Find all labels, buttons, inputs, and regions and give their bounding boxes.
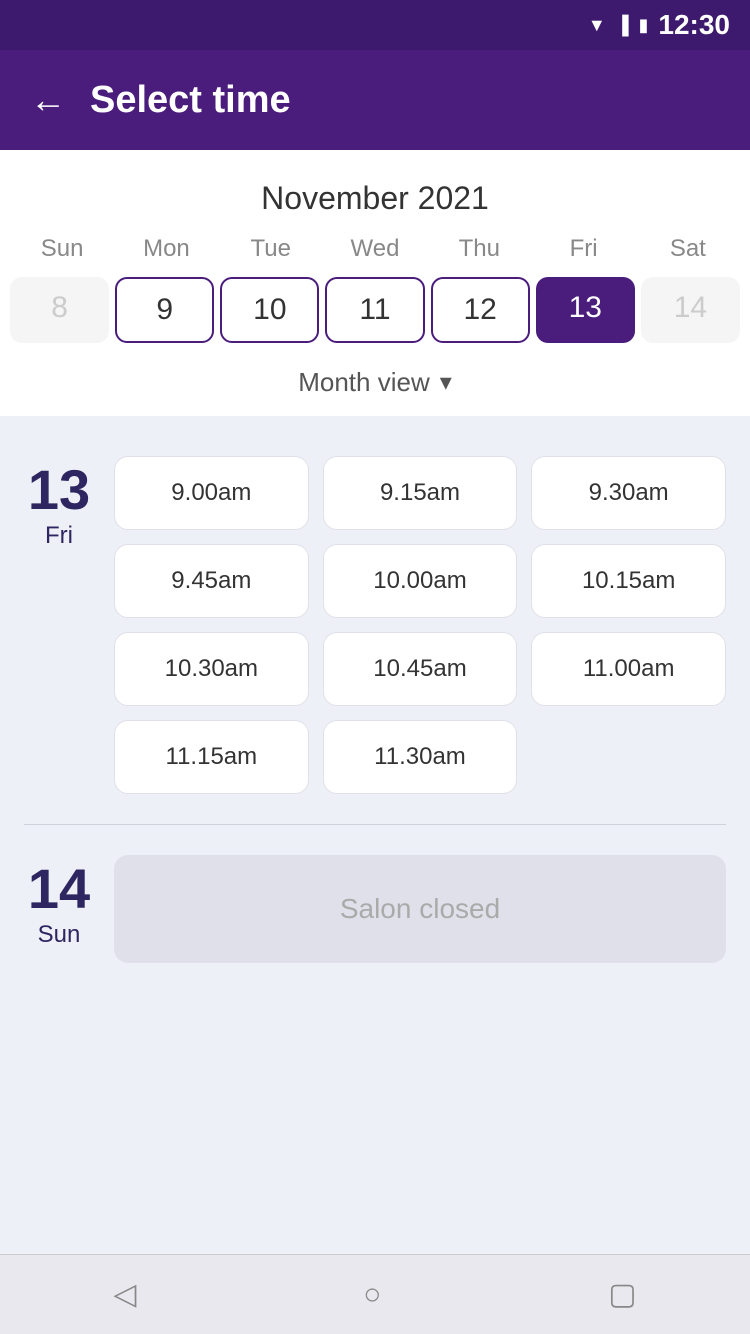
recent-nav-icon[interactable]: ▢ (608, 1277, 636, 1312)
calendar-section: November 2021 Sun Mon Tue Wed Thu Fri Sa… (0, 150, 750, 416)
weekday-tue: Tue (219, 227, 323, 271)
battery-icon (638, 14, 648, 37)
cal-day-9[interactable]: 9 (115, 277, 214, 343)
day-14-name: Sun (38, 921, 81, 949)
day-13-number: 13 (28, 462, 90, 518)
time-slot-1100am[interactable]: 11.00am (531, 632, 726, 706)
weekday-fri: Fri (531, 227, 635, 271)
calendar-row: 8 9 10 11 12 13 14 (0, 277, 750, 343)
time-slot-1030am[interactable]: 10.30am (114, 632, 309, 706)
back-nav-icon[interactable]: ◁ (113, 1277, 136, 1312)
time-slot-1115am[interactable]: 11.15am (114, 720, 309, 794)
time-slot-1045am[interactable]: 10.45am (323, 632, 518, 706)
back-button[interactable]: ← (30, 79, 66, 121)
month-view-label: Month view (298, 367, 430, 398)
salon-closed-box: Salon closed (114, 855, 726, 963)
week-header: Sun Mon Tue Wed Thu Fri Sat (0, 227, 750, 271)
time-slot-1130am[interactable]: 11.30am (323, 720, 518, 794)
weekday-wed: Wed (323, 227, 427, 271)
cal-day-12[interactable]: 12 (431, 277, 530, 343)
status-icons: 12:30 (588, 9, 730, 41)
weekday-mon: Mon (114, 227, 218, 271)
home-nav-icon[interactable]: ○ (363, 1278, 381, 1312)
bottom-nav: ◁ ○ ▢ (0, 1254, 750, 1334)
cal-day-14[interactable]: 14 (641, 277, 740, 343)
status-bar: 12:30 (0, 0, 750, 50)
weekday-sat: Sat (636, 227, 740, 271)
time-slot-945am[interactable]: 9.45am (114, 544, 309, 618)
time-slot-900am[interactable]: 9.00am (114, 456, 309, 530)
chevron-down-icon: ▾ (440, 368, 452, 397)
cal-day-8[interactable]: 8 (10, 277, 109, 343)
cal-day-10[interactable]: 10 (220, 277, 319, 343)
signal-icon (616, 14, 629, 37)
time-slot-915am[interactable]: 9.15am (323, 456, 518, 530)
wifi-icon (588, 14, 606, 37)
status-time: 12:30 (658, 9, 730, 41)
weekday-thu: Thu (427, 227, 531, 271)
time-grid-13: 9.00am 9.15am 9.30am 9.45am 10.00am 10.1… (114, 456, 726, 794)
day-13-label: 13 Fri (24, 456, 94, 550)
page-title: Select time (90, 79, 291, 122)
cal-day-11[interactable]: 11 (325, 277, 424, 343)
time-slot-930am[interactable]: 9.30am (531, 456, 726, 530)
time-slots-section: 13 Fri 9.00am 9.15am 9.30am 9.45am 10.00… (0, 416, 750, 1254)
header: ← Select time (0, 50, 750, 150)
time-slot-1015am[interactable]: 10.15am (531, 544, 726, 618)
cal-day-13[interactable]: 13 (536, 277, 635, 343)
day-14-number: 14 (28, 861, 90, 917)
month-year-label: November 2021 (0, 170, 750, 227)
day-14-section: 14 Sun Salon closed (0, 835, 750, 983)
weekday-sun: Sun (10, 227, 114, 271)
section-divider (24, 824, 726, 825)
month-view-toggle[interactable]: Month view ▾ (0, 353, 750, 416)
day-14-label: 14 Sun (24, 855, 94, 949)
time-slot-1000am[interactable]: 10.00am (323, 544, 518, 618)
day-13-name: Fri (45, 522, 73, 550)
day-13-section: 13 Fri 9.00am 9.15am 9.30am 9.45am 10.00… (0, 436, 750, 814)
